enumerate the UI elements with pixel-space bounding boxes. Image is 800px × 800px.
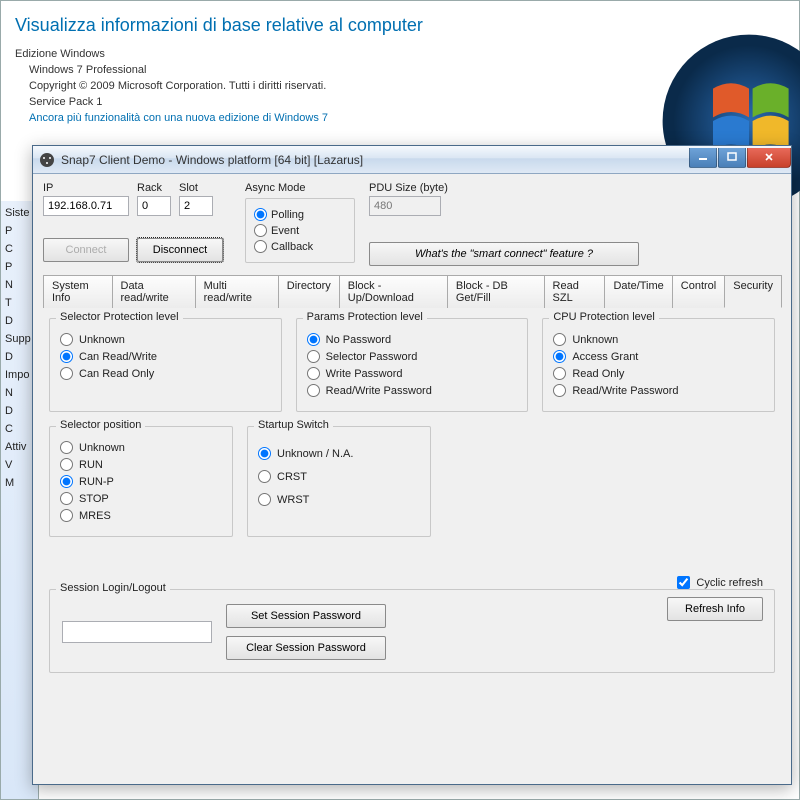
maximize-button[interactable]: [718, 148, 746, 168]
radio-cpu_prot-2[interactable]: Read Only: [553, 367, 764, 380]
radio-selector_pos-0[interactable]: Unknown: [60, 441, 222, 454]
tab-system-info[interactable]: System Info: [43, 275, 113, 308]
async-polling[interactable]: Polling: [254, 208, 346, 221]
radio-selector_prot-0[interactable]: Unknown: [60, 333, 271, 346]
tab-block-db-get-fill[interactable]: Block - DB Get/Fill: [447, 275, 545, 308]
tab-block-up-download[interactable]: Block - Up/Download: [339, 275, 448, 308]
radio-cpu_prot-3[interactable]: Read/Write Password: [553, 384, 764, 397]
set-session-password-button[interactable]: Set Session Password: [226, 604, 386, 628]
group-startup-switch: Startup Switch Unknown / N.A.CRSTWRST: [247, 426, 431, 537]
titlebar[interactable]: Snap7 Client Demo - Windows platform [64…: [33, 146, 791, 174]
radio-startup-2[interactable]: WRST: [258, 493, 420, 506]
smart-connect-button[interactable]: What's the "smart connect" feature ?: [369, 242, 639, 266]
cyclic-refresh-checkbox[interactable]: Cyclic refresh: [677, 576, 763, 589]
group-selector-position: Selector position UnknownRUNRUN-PSTOPMRE…: [49, 426, 233, 537]
group-selector-protection: Selector Protection level UnknownCan Rea…: [49, 318, 282, 412]
ip-label: IP: [43, 182, 129, 194]
radio-params_prot-3[interactable]: Read/Write Password: [307, 384, 518, 397]
radio-params_prot-1[interactable]: Selector Password: [307, 350, 518, 363]
tab-directory[interactable]: Directory: [278, 275, 340, 308]
rack-input[interactable]: [137, 196, 171, 216]
session-password-input[interactable]: [62, 621, 212, 643]
tab-multi-read-write[interactable]: Multi read/write: [195, 275, 279, 308]
app-icon: [39, 152, 55, 168]
group-params-protection: Params Protection level No PasswordSelec…: [296, 318, 529, 412]
rack-label: Rack: [137, 182, 171, 194]
tab-read-szl[interactable]: Read SZL: [544, 275, 606, 308]
radio-cpu_prot-1[interactable]: Access Grant: [553, 350, 764, 363]
radio-params_prot-0[interactable]: No Password: [307, 333, 518, 346]
disconnect-button[interactable]: Disconnect: [137, 238, 223, 262]
tab-data-read-write[interactable]: Data read/write: [112, 275, 196, 308]
clear-session-password-button[interactable]: Clear Session Password: [226, 636, 386, 660]
group-cpu-protection: CPU Protection level UnknownAccess Grant…: [542, 318, 775, 412]
radio-cpu_prot-0[interactable]: Unknown: [553, 333, 764, 346]
radio-selector_pos-3[interactable]: STOP: [60, 492, 222, 505]
pdu-label: PDU Size (byte): [369, 182, 449, 194]
radio-startup-1[interactable]: CRST: [258, 470, 420, 483]
pdu-value: [369, 196, 441, 216]
tab-security[interactable]: Security: [724, 275, 782, 308]
slot-label: Slot: [179, 182, 213, 194]
async-callback[interactable]: Callback: [254, 240, 346, 253]
connect-button[interactable]: Connect: [43, 238, 129, 262]
minimize-button[interactable]: [689, 148, 717, 168]
close-button[interactable]: [747, 148, 791, 168]
tabstrip: System InfoData read/writeMulti read/wri…: [43, 274, 781, 308]
slot-input[interactable]: [179, 196, 213, 216]
radio-selector_pos-4[interactable]: MRES: [60, 509, 222, 522]
async-label: Async Mode: [245, 182, 355, 194]
radio-params_prot-2[interactable]: Write Password: [307, 367, 518, 380]
group-session: Session Login/Logout Set Session Passwor…: [49, 589, 775, 673]
snap7-window: Snap7 Client Demo - Windows platform [64…: [32, 145, 792, 785]
radio-selector_prot-2[interactable]: Can Read Only: [60, 367, 271, 380]
security-tab-body: Selector Protection level UnknownCan Rea…: [43, 308, 781, 683]
radio-startup-0[interactable]: Unknown / N.A.: [258, 447, 420, 460]
radio-selector_prot-1[interactable]: Can Read/Write: [60, 350, 271, 363]
window-title: Snap7 Client Demo - Windows platform [64…: [61, 153, 688, 167]
tab-control[interactable]: Control: [672, 275, 725, 308]
ip-input[interactable]: [43, 196, 129, 216]
radio-selector_pos-2[interactable]: RUN-P: [60, 475, 222, 488]
radio-selector_pos-1[interactable]: RUN: [60, 458, 222, 471]
async-event[interactable]: Event: [254, 224, 346, 237]
tab-date-time[interactable]: Date/Time: [604, 275, 672, 308]
client-area: IP Rack Slot Async Mode Polling Event Ca…: [33, 174, 791, 784]
